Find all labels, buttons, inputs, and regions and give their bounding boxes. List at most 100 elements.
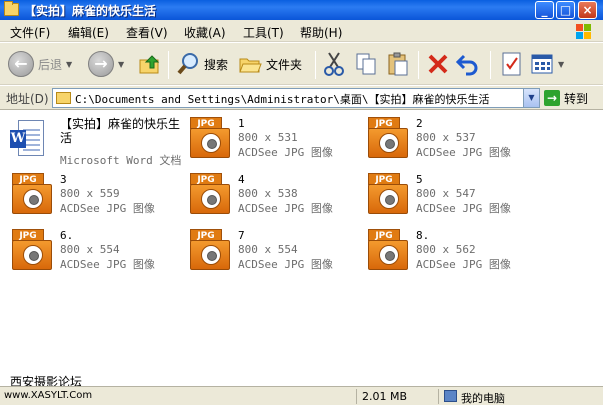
file-type: ACDSee JPG 图像	[60, 202, 155, 215]
file-item[interactable]: JPG 3 800 x 559 ACDSee JPG 图像	[8, 173, 183, 221]
jpg-icon: JPG	[12, 229, 52, 271]
forward-button[interactable]: → ▼	[88, 43, 124, 85]
paste-button[interactable]	[386, 43, 410, 85]
file-name: 2	[416, 117, 423, 130]
jpg-icon: JPG	[368, 117, 408, 159]
file-dimensions: 800 x 559	[60, 187, 120, 200]
file-item[interactable]: W 【实拍】麻雀的快乐生活 Microsoft Word 文档	[2, 117, 181, 167]
file-dimensions: 800 x 531	[238, 131, 298, 144]
menu-edit[interactable]: 编辑(E)	[68, 24, 109, 41]
search-icon	[177, 53, 198, 75]
file-type: ACDSee JPG 图像	[238, 146, 333, 159]
file-item[interactable]: JPG 4 800 x 538 ACDSee JPG 图像	[186, 173, 361, 221]
forward-dropdown-icon[interactable]: ▼	[118, 60, 124, 69]
address-path[interactable]: C:\Documents and Settings\Administrator\…	[75, 91, 490, 107]
jpg-icon: JPG	[368, 229, 408, 271]
menu-view[interactable]: 查看(V)	[126, 24, 168, 41]
file-list: W 【实拍】麻雀的快乐生活 Microsoft Word 文档 JPG 1 80…	[0, 111, 603, 389]
undo-button[interactable]	[456, 43, 480, 85]
address-dropdown-icon[interactable]: ▼	[523, 89, 539, 107]
file-item[interactable]: JPG 6. 800 x 554 ACDSee JPG 图像	[8, 229, 183, 277]
jpg-icon: JPG	[190, 173, 230, 215]
file-type: ACDSee JPG 图像	[60, 258, 155, 271]
address-label: 地址(D)	[6, 92, 49, 106]
menu-bar: 文件(F) 编辑(E) 查看(V) 收藏(A) 工具(T) 帮助(H)	[0, 20, 603, 42]
menu-favorites[interactable]: 收藏(A)	[184, 24, 226, 41]
properties-icon	[502, 52, 521, 76]
search-button[interactable]: 搜索	[176, 43, 228, 85]
views-grid-icon	[531, 54, 553, 74]
toolbar-divider	[490, 51, 491, 79]
views-dropdown-icon[interactable]: ▼	[558, 60, 564, 69]
status-bar: www.XASYLT.Com 2.01 MB 我的电脑	[0, 386, 603, 405]
jpg-icon: JPG	[368, 173, 408, 215]
undo-icon	[456, 54, 478, 76]
jpg-icon: JPG	[190, 117, 230, 159]
menu-file[interactable]: 文件(F)	[10, 24, 50, 41]
file-name: 4	[238, 173, 245, 186]
file-type: ACDSee JPG 图像	[238, 202, 333, 215]
file-name: 7	[238, 229, 245, 242]
address-input[interactable]: C:\Documents and Settings\Administrator\…	[52, 88, 540, 108]
file-name: 6.	[60, 229, 74, 242]
back-arrow-icon: ←	[8, 51, 34, 77]
file-type: ACDSee JPG 图像	[416, 146, 511, 159]
scissors-icon	[324, 52, 344, 76]
close-button[interactable]: ×	[578, 1, 597, 19]
windows-logo-icon	[576, 24, 591, 39]
back-button[interactable]: ← 后退 ▼	[8, 43, 72, 85]
up-folder-button[interactable]	[138, 43, 162, 85]
file-dimensions: 800 x 537	[416, 131, 476, 144]
folders-label: 文件夹	[266, 57, 303, 72]
folders-button[interactable]: 文件夹	[238, 43, 302, 85]
file-type: ACDSee JPG 图像	[238, 258, 333, 271]
status-divider	[438, 389, 439, 404]
file-dimensions: 800 x 554	[60, 243, 120, 256]
file-item[interactable]: JPG 8. 800 x 562 ACDSee JPG 图像	[364, 229, 539, 277]
status-location: 我的电脑	[461, 392, 505, 405]
computer-icon	[444, 390, 457, 402]
maximize-button[interactable]: □	[556, 1, 575, 19]
up-folder-icon	[139, 55, 160, 74]
status-divider	[356, 389, 357, 404]
toolbar: ← 后退 ▼ → ▼ 搜索 文件夹 ▼	[0, 43, 603, 85]
file-name: 【实拍】麻雀的快乐生活	[60, 117, 181, 145]
paste-icon	[388, 52, 408, 76]
toolbar-divider	[418, 51, 419, 79]
menu-tools[interactable]: 工具(T)	[243, 24, 284, 41]
toolbar-divider	[168, 51, 169, 79]
file-item[interactable]: JPG 7 800 x 554 ACDSee JPG 图像	[186, 229, 361, 277]
file-item[interactable]: JPG 1 800 x 531 ACDSee JPG 图像	[186, 117, 361, 165]
folder-icon	[4, 1, 19, 16]
go-arrow-icon: →	[544, 90, 560, 106]
delete-button[interactable]	[426, 43, 450, 85]
search-label: 搜索	[204, 57, 229, 72]
title-bar[interactable]: 【实拍】麻雀的快乐生活 _ □ ×	[0, 0, 603, 20]
file-type: ACDSee JPG 图像	[416, 258, 511, 271]
minimize-button[interactable]: _	[535, 1, 554, 19]
file-name: 8.	[416, 229, 430, 242]
cut-button[interactable]	[322, 43, 346, 85]
file-item[interactable]: JPG 2 800 x 537 ACDSee JPG 图像	[364, 117, 539, 165]
window-title: 【实拍】麻雀的快乐生活	[24, 4, 157, 18]
folder-icon	[56, 92, 71, 104]
delete-x-icon	[428, 54, 448, 74]
views-button[interactable]: ▼	[530, 43, 564, 85]
back-dropdown-icon[interactable]: ▼	[66, 60, 72, 69]
menu-help[interactable]: 帮助(H)	[300, 24, 342, 41]
go-button[interactable]: → 转到	[544, 89, 588, 107]
watermark-url: www.XASYLT.Com	[4, 390, 93, 401]
file-dimensions: 800 x 547	[416, 187, 476, 200]
word-doc-icon: W	[10, 120, 44, 160]
properties-button[interactable]	[500, 43, 524, 85]
back-label: 后退	[38, 57, 63, 72]
go-label: 转到	[564, 91, 589, 106]
file-dimensions: 800 x 538	[238, 187, 298, 200]
file-item[interactable]: JPG 5 800 x 547 ACDSee JPG 图像	[364, 173, 539, 221]
forward-arrow-icon: →	[88, 51, 114, 77]
toolbar-divider	[315, 51, 316, 79]
file-type: ACDSee JPG 图像	[416, 202, 511, 215]
copy-button[interactable]	[354, 43, 378, 85]
file-name: 1	[238, 117, 245, 130]
file-name: 3	[60, 173, 67, 186]
